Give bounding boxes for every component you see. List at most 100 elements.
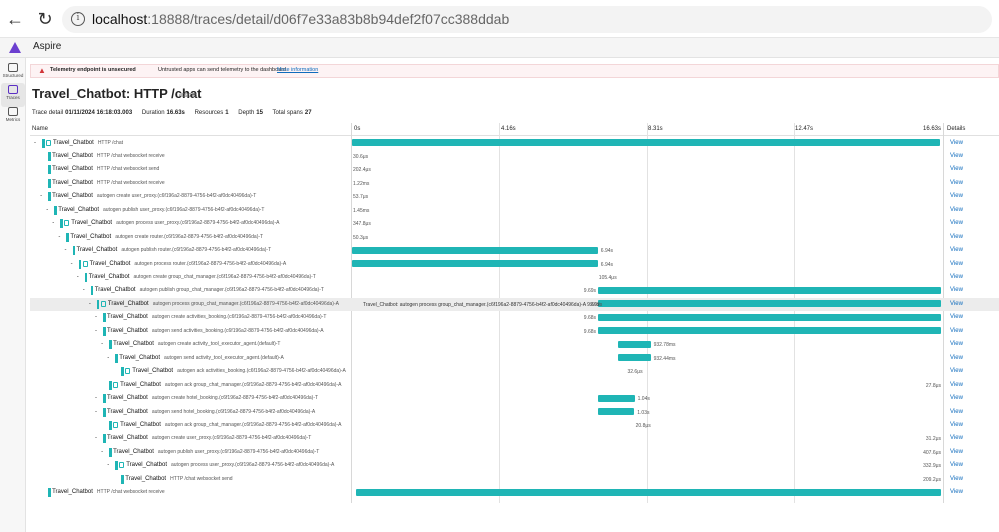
collapse-toggle-icon[interactable]: - [69,261,75,267]
span-row[interactable]: - Travel_Chatbot HTTP /chat View [30,137,999,151]
span-row[interactable]: - Travel_Chatbot autogen create user_proxy… [30,190,999,204]
span-row[interactable]: - Travel_Chatbot autogen send activity_too… [30,352,999,366]
view-details-link[interactable]: View [950,341,963,347]
span-description: autogen process group_chat_manager.(c6f1… [152,300,339,307]
collapse-toggle-icon[interactable]: - [99,341,105,347]
view-details-link[interactable]: View [950,301,963,307]
more-information-link[interactable]: More information [277,67,318,73]
span-row[interactable]: - Travel_Chatbot autogen create activities… [30,311,999,325]
service-name: Travel_Chatbot [88,274,130,280]
name-column-header[interactable]: Name [32,126,48,132]
span-duration-bar[interactable] [597,300,941,308]
span-row[interactable]: - Travel_Chatbot autogen create user_proxy… [30,432,999,446]
view-details-link[interactable]: View [950,234,963,240]
span-duration-bar[interactable] [597,394,635,402]
view-details-link[interactable]: View [950,476,963,482]
span-duration-bar[interactable] [355,488,941,496]
span-row[interactable]: - Travel_Chatbot autogen process router.(c… [30,258,999,272]
collapse-toggle-icon[interactable]: - [87,301,93,307]
view-details-link[interactable]: View [950,395,963,401]
view-details-link[interactable]: View [950,220,963,226]
collapse-toggle-icon[interactable]: - [81,287,87,293]
view-details-link[interactable]: View [950,355,963,361]
aspire-logo-icon[interactable] [9,42,21,53]
url-text[interactable]: localhost:18888/traces/detail/d06f7e33a8… [92,11,509,27]
span-row[interactable]: - Travel_Chatbot autogen create group_chat… [30,271,999,285]
view-details-link[interactable]: View [950,449,963,455]
span-row[interactable]: Travel_Chatbot HTTP /chat websocket recei… [30,177,999,191]
view-details-link[interactable]: View [950,409,963,415]
collapse-toggle-icon[interactable]: - [56,234,62,240]
view-details-link[interactable]: View [950,247,963,253]
span-duration-bar[interactable] [597,408,635,415]
rail-item-metrics[interactable]: Metrics [1,105,25,129]
collapse-toggle-icon[interactable]: - [105,462,111,468]
view-details-link[interactable]: View [950,180,963,186]
collapse-toggle-icon[interactable]: - [32,140,38,146]
span-row[interactable]: Travel_Chatbot HTTP /chat websocket send 2… [30,473,999,487]
reload-icon[interactable]: ↻ [35,9,55,29]
rail-item-traces[interactable]: Traces [1,83,25,107]
span-row[interactable]: - Travel_Chatbot autogen create activity_t… [30,338,999,352]
span-row[interactable]: - Travel_Chatbot autogen process user_prox… [30,217,999,231]
view-details-link[interactable]: View [950,274,963,280]
collapse-toggle-icon[interactable]: - [38,193,44,199]
span-row[interactable]: - Travel_Chatbot autogen publish user_prox… [30,446,999,460]
collapse-toggle-icon[interactable]: - [93,328,99,334]
collapse-toggle-icon[interactable]: - [63,247,69,253]
span-row[interactable]: - Travel_Chatbot autogen create hotel_book… [30,392,999,406]
view-details-link[interactable]: View [950,489,963,495]
span-row[interactable]: - Travel_Chatbot autogen send activities_b… [30,325,999,339]
address-bar[interactable]: i localhost:18888/traces/detail/d06f7e33… [62,6,992,33]
span-row[interactable]: Travel_Chatbot HTTP /chat websocket recei… [30,150,999,164]
view-details-link[interactable]: View [950,153,963,159]
span-row[interactable]: Travel_Chatbot HTTP /chat websocket send 2… [30,163,999,177]
span-duration-bar[interactable] [597,286,941,294]
span-duration-bar[interactable] [617,354,651,362]
span-row[interactable]: - Travel_Chatbot autogen publish router.(c… [30,244,999,258]
span-row[interactable]: - Travel_Chatbot autogen create router.(c6… [30,231,999,245]
span-duration-bar[interactable] [352,260,598,268]
collapse-toggle-icon[interactable]: - [93,435,99,441]
view-details-link[interactable]: View [950,261,963,267]
site-info-icon[interactable]: i [71,12,85,26]
span-duration-bar[interactable] [352,246,598,254]
span-row[interactable]: Travel_Chatbot autogen ack group_chat_man… [30,379,999,393]
span-row[interactable]: - Travel_Chatbot autogen publish group_cha… [30,284,999,298]
view-details-link[interactable]: View [950,140,963,146]
span-duration-bar[interactable] [617,340,651,348]
collapse-toggle-icon[interactable]: - [75,274,81,280]
rail-item-structured[interactable]: Structured [1,61,25,85]
span-row[interactable]: Travel_Chatbot autogen ack group_chat_man… [30,419,999,433]
span-row[interactable]: Travel_Chatbot HTTP /chat websocket recei… [30,486,999,500]
view-details-link[interactable]: View [950,328,963,334]
span-row[interactable]: - Travel_Chatbot autogen send hotel_bookin… [30,406,999,420]
collapse-toggle-icon[interactable]: - [93,314,99,320]
collapse-toggle-icon[interactable]: - [99,449,105,455]
view-details-link[interactable]: View [950,462,963,468]
span-row[interactable]: - Travel_Chatbot autogen process group_cha… [30,297,999,312]
span-row[interactable]: - Travel_Chatbot autogen publish user_prox… [30,204,999,218]
span-duration-bar[interactable] [597,313,941,321]
view-details-link[interactable]: View [950,166,963,172]
view-details-link[interactable]: View [950,368,963,374]
service-color-marker [60,219,63,229]
collapse-toggle-icon[interactable]: - [93,409,99,415]
view-details-link[interactable]: View [950,193,963,199]
collapse-toggle-icon[interactable]: - [105,355,111,361]
span-duration-label: 1.04s [637,396,650,403]
view-details-link[interactable]: View [950,435,963,441]
collapse-toggle-icon[interactable]: - [93,395,99,401]
collapse-toggle-icon[interactable]: - [50,220,56,226]
view-details-link[interactable]: View [950,382,963,388]
span-row[interactable]: Travel_Chatbot autogen ack activities_boo… [30,365,999,379]
span-duration-bar[interactable] [352,139,940,146]
view-details-link[interactable]: View [950,314,963,320]
view-details-link[interactable]: View [950,422,963,428]
view-details-link[interactable]: View [950,287,963,293]
span-duration-bar[interactable] [597,327,941,335]
collapse-toggle-icon[interactable]: - [44,207,50,213]
span-row[interactable]: - Travel_Chatbot autogen process user_prox… [30,459,999,473]
view-details-link[interactable]: View [950,207,963,213]
back-arrow-icon[interactable]: ← [5,9,25,29]
